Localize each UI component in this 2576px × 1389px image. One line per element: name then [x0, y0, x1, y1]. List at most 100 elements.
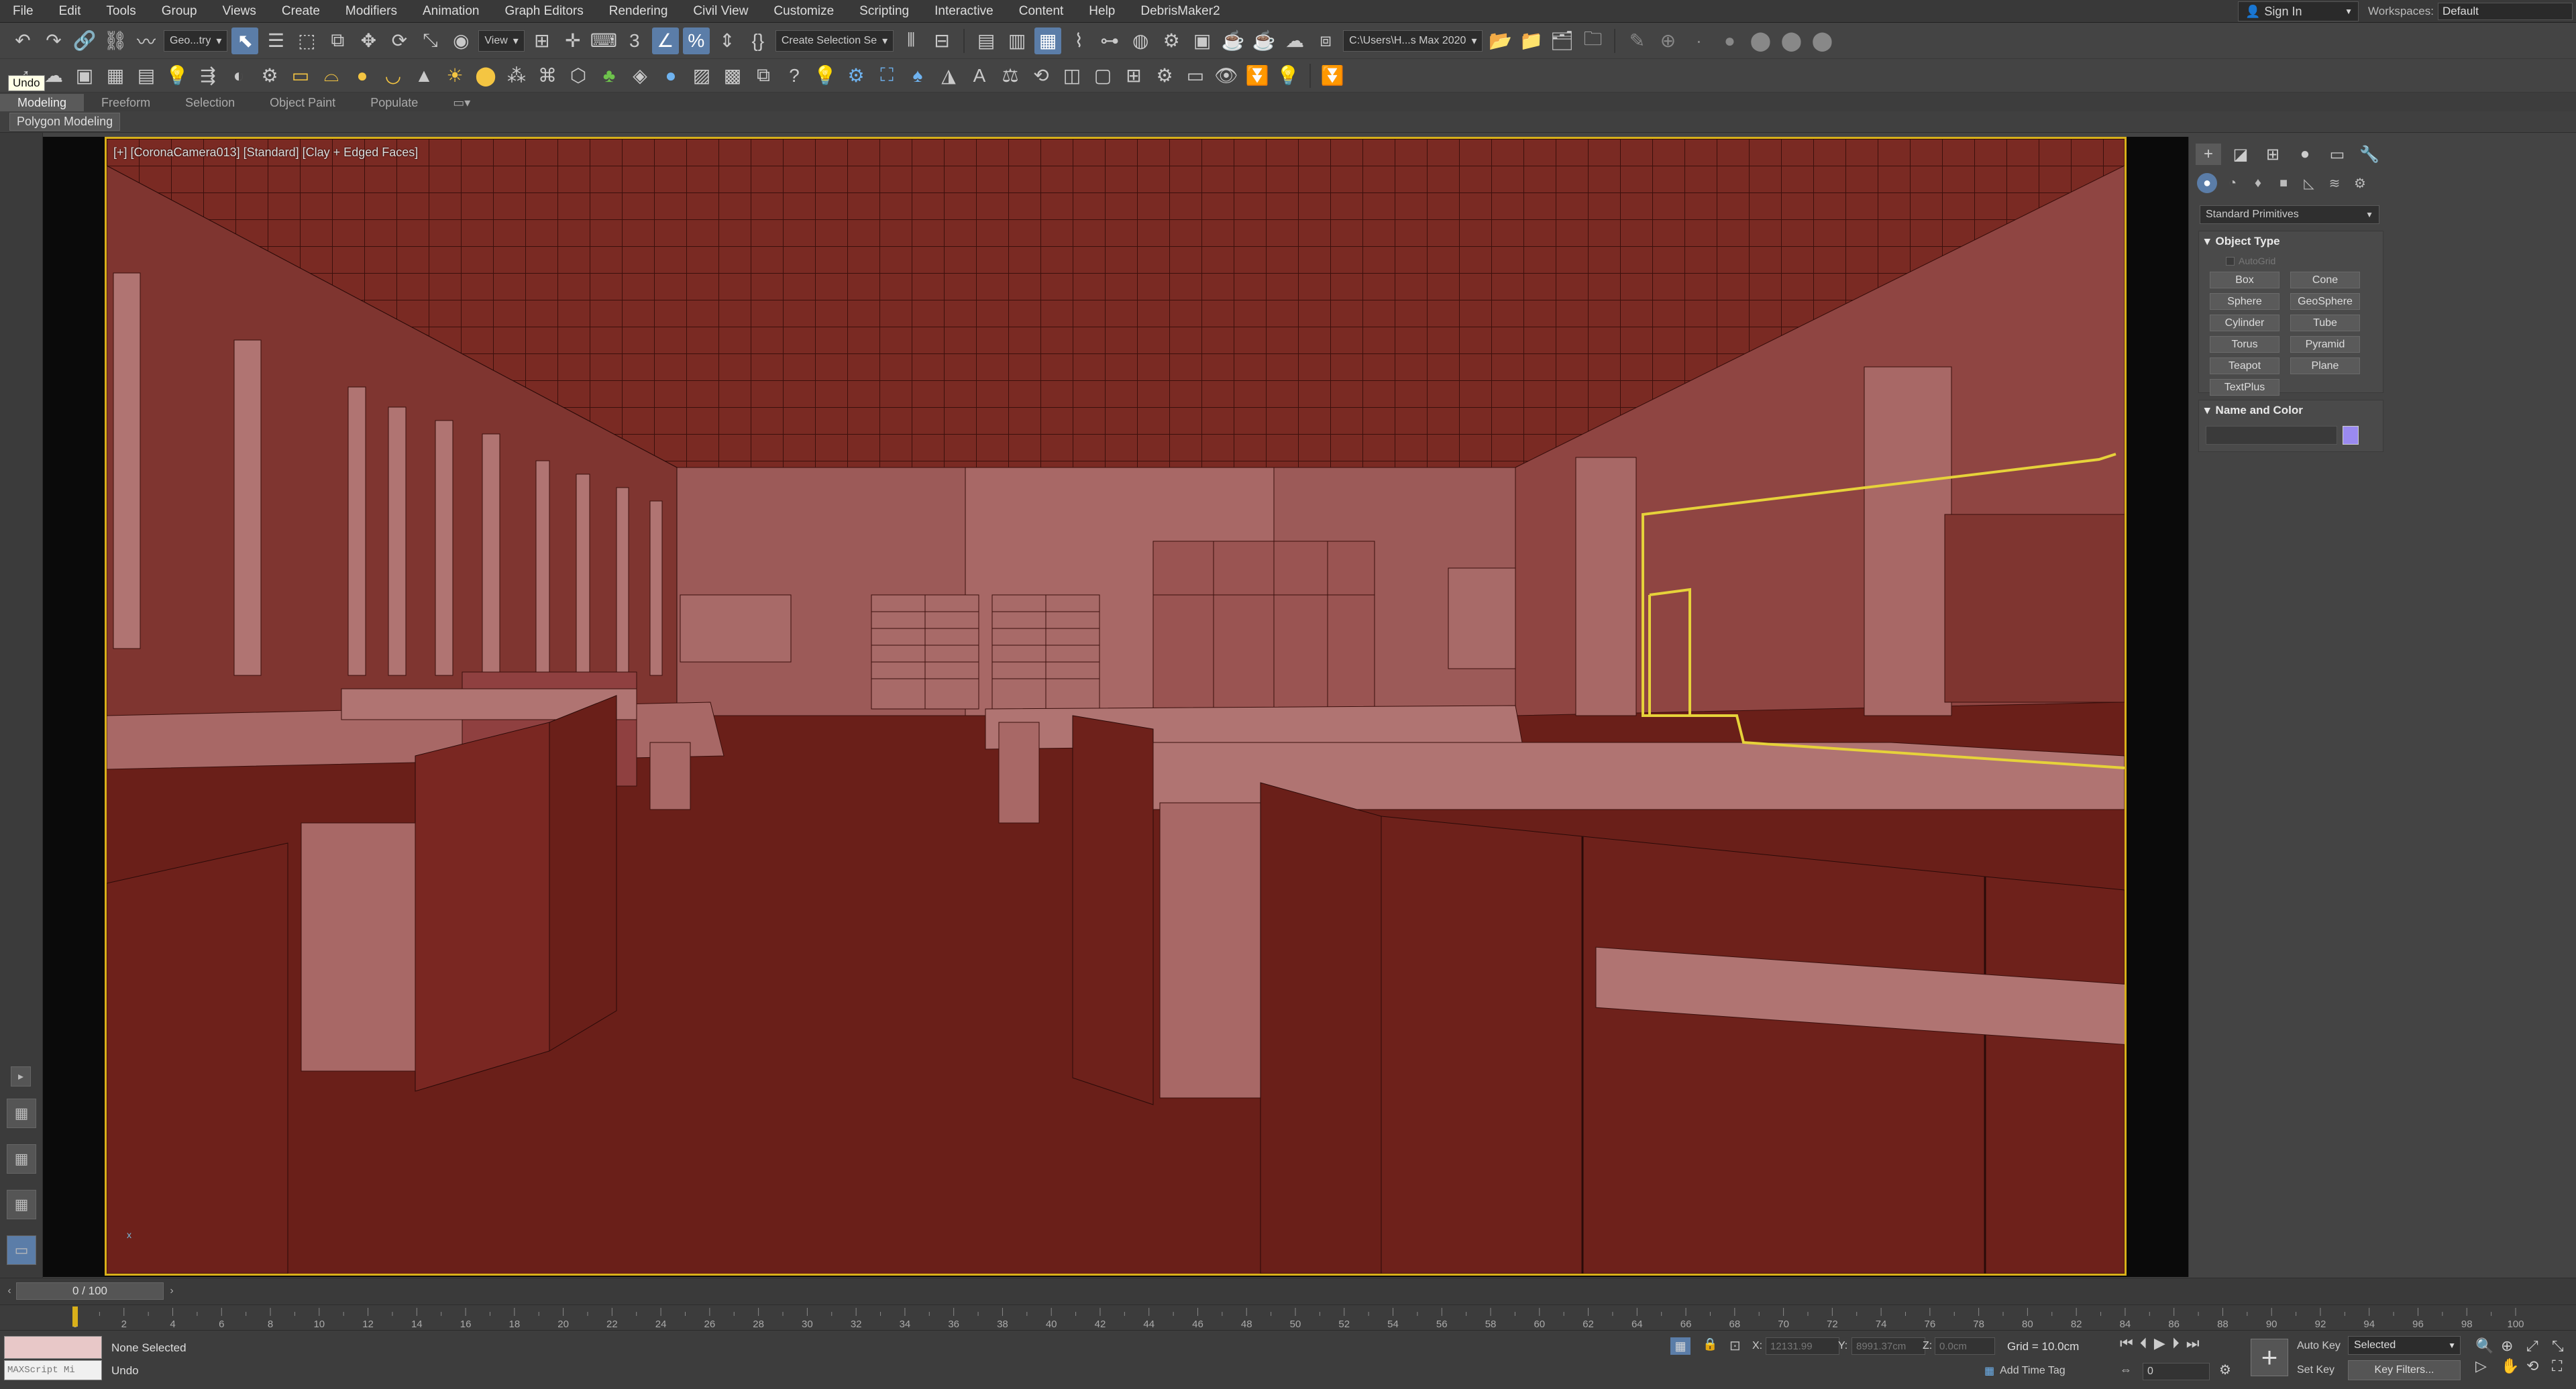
- cameras-icon[interactable]: ■: [2273, 173, 2294, 193]
- pivot-center-icon[interactable]: ⊞: [529, 27, 555, 54]
- circle-large-icon[interactable]: ⬤: [1809, 27, 1835, 54]
- object-type-header[interactable]: ▾ Object Type: [2199, 231, 2383, 252]
- mesh-icon[interactable]: ⬡: [565, 62, 592, 89]
- spinner-snap-icon[interactable]: ⇕: [714, 27, 741, 54]
- tree-icon[interactable]: ♠: [904, 62, 931, 89]
- menu-create[interactable]: Create: [269, 4, 333, 19]
- render-shade-icon[interactable]: ⧈: [1312, 27, 1339, 54]
- absolute-mode-icon[interactable]: ⊡: [1729, 1337, 1741, 1354]
- ribbon-tab-selection[interactable]: Selection: [168, 94, 252, 111]
- primitive-pyramid-button[interactable]: Pyramid: [2290, 336, 2360, 353]
- primitive-cylinder-button[interactable]: Cylinder: [2210, 315, 2279, 331]
- menu-customize[interactable]: Customize: [761, 4, 847, 19]
- edit-named-selection-icon[interactable]: {}: [745, 27, 771, 54]
- previous-frame-icon[interactable]: ⏴: [2140, 1335, 2147, 1352]
- fov-icon[interactable]: ▷: [2475, 1357, 2498, 1375]
- circle-small-icon[interactable]: ●: [1716, 27, 1743, 54]
- render-production-icon[interactable]: ☕: [1220, 27, 1246, 54]
- zoom-extents-all-icon[interactable]: ⤡: [2552, 1337, 2575, 1355]
- menu-scripting[interactable]: Scripting: [847, 4, 922, 19]
- percent-snap-icon[interactable]: %: [682, 27, 710, 54]
- disc-icon[interactable]: ⬤: [472, 62, 499, 89]
- primitive-teapot-button[interactable]: Teapot: [2210, 357, 2279, 374]
- mirror-icon[interactable]: ⫴: [898, 27, 924, 54]
- cone-icon[interactable]: ▲: [411, 62, 437, 89]
- next-frame-icon[interactable]: ›: [165, 1282, 178, 1300]
- expand-arrow-icon[interactable]: ▸: [11, 1066, 31, 1087]
- utilities-tab-icon[interactable]: 🔧: [2357, 144, 2382, 165]
- half-circle-icon[interactable]: ◐: [225, 62, 252, 89]
- hierarchy-tab-icon[interactable]: ⊞: [2260, 144, 2286, 165]
- light-icon[interactable]: 💡: [164, 62, 191, 89]
- primitive-type-dropdown[interactable]: Standard Primitives ▼: [2200, 205, 2379, 224]
- primitive-sphere-button[interactable]: Sphere: [2210, 293, 2279, 310]
- decal-icon[interactable]: ◈: [627, 62, 653, 89]
- sign-in-button[interactable]: 👤 Sign In ▼: [2238, 1, 2359, 21]
- autogrid-checkbox[interactable]: AutoGrid: [2226, 256, 2275, 266]
- ribbon-tab-freeform[interactable]: Freeform: [84, 94, 168, 111]
- box-icon[interactable]: ▭: [287, 62, 314, 89]
- time-slider[interactable]: 0 / 100: [16, 1282, 164, 1300]
- scale-icon[interactable]: ⤡: [417, 27, 443, 54]
- bind-spacewarp-icon[interactable]: 〰: [133, 27, 160, 54]
- play-icon[interactable]: ▶: [2154, 1335, 2165, 1352]
- ribbon-tab-object-paint[interactable]: Object Paint: [252, 94, 353, 111]
- spacewarps-icon[interactable]: ≋: [2324, 173, 2345, 193]
- weight-icon[interactable]: ⚖: [997, 62, 1024, 89]
- panel-icon[interactable]: ▭: [1182, 62, 1209, 89]
- menu-edit[interactable]: Edit: [46, 4, 94, 19]
- menu-debrismaker2[interactable]: DebrisMaker2: [1128, 4, 1232, 19]
- primitive-box-button[interactable]: Box: [2210, 272, 2279, 288]
- viewport-label[interactable]: [+] [CoronaCamera013] [Standard] [Clay +…: [113, 146, 418, 160]
- go-to-end-icon[interactable]: ⏭: [2186, 1335, 2200, 1352]
- material-editor-icon[interactable]: ◍: [1127, 27, 1154, 54]
- brush-icon[interactable]: ✎: [1623, 27, 1650, 54]
- double-chevron-icon[interactable]: ⏬: [1244, 62, 1271, 89]
- add-time-tag[interactable]: ▦ Add Time Tag: [1984, 1364, 2065, 1378]
- object-name-field[interactable]: [2206, 426, 2337, 445]
- layout-1-icon[interactable]: ▦: [7, 1099, 36, 1128]
- name-and-color-header[interactable]: ▾ Name and Color: [2199, 400, 2383, 421]
- primitive-plane-button[interactable]: Plane: [2290, 357, 2360, 374]
- zoom-all-icon[interactable]: ⊕: [2501, 1337, 2524, 1355]
- x-coordinate-field[interactable]: 12131.99: [1766, 1337, 1839, 1355]
- dome-icon[interactable]: ⌓: [318, 62, 345, 89]
- keyboard-shortcut-icon[interactable]: ⌨: [590, 27, 617, 54]
- ref-coord-dropdown[interactable]: View ▾: [478, 30, 525, 52]
- primitive-cone-button[interactable]: Cone: [2290, 272, 2360, 288]
- prev-frame-icon[interactable]: ‹: [3, 1282, 16, 1300]
- menu-tools[interactable]: Tools: [93, 4, 148, 19]
- table-icon[interactable]: ▤: [133, 62, 160, 89]
- workspace-dropdown[interactable]: Default: [2437, 3, 2573, 20]
- dot-icon[interactable]: ·: [1685, 27, 1712, 54]
- rotate-icon[interactable]: ⟳: [386, 27, 413, 54]
- link-icon[interactable]: 🔗: [71, 27, 98, 54]
- project-settings-icon[interactable]: 🗂: [1548, 27, 1575, 54]
- light-blue-icon[interactable]: 💡: [812, 62, 839, 89]
- lock-selection-icon[interactable]: 🔒: [1703, 1337, 1717, 1351]
- menu-rendering[interactable]: Rendering: [596, 4, 681, 19]
- screen-icon[interactable]: ▢: [1089, 62, 1116, 89]
- grid-icon[interactable]: ⊞: [1120, 62, 1147, 89]
- render-cloud-icon[interactable]: ☁: [1281, 27, 1308, 54]
- project-folder-dropdown[interactable]: C:\Users\H...s Max 2020 ▾: [1343, 30, 1483, 52]
- circle-large-icon[interactable]: ⬤: [1778, 27, 1805, 54]
- current-frame-marker[interactable]: [72, 1307, 78, 1327]
- scene-explorer-icon[interactable]: ▤: [973, 27, 1000, 54]
- render-sphere-icon[interactable]: ●: [657, 62, 684, 89]
- display-tab-icon[interactable]: ▭: [2324, 144, 2350, 165]
- layer-explorer-icon[interactable]: ▥: [1004, 27, 1030, 54]
- layer-icon[interactable]: ▦: [102, 62, 129, 89]
- layout-3-icon[interactable]: ▦: [7, 1190, 36, 1219]
- image-icon[interactable]: ▣: [71, 62, 98, 89]
- rendered-frame-icon[interactable]: ▣: [1189, 27, 1216, 54]
- maxscript-listener[interactable]: [4, 1336, 102, 1359]
- zoom-icon[interactable]: 🔍: [2475, 1337, 2498, 1355]
- lightbulb-icon[interactable]: 💡: [1275, 62, 1301, 89]
- menu-group[interactable]: Group: [149, 4, 210, 19]
- select-object-icon[interactable]: ⬉: [231, 27, 259, 54]
- align-icon[interactable]: ⊟: [928, 27, 955, 54]
- motion-tab-icon[interactable]: ●: [2292, 144, 2318, 165]
- ribbon-tab-modeling[interactable]: Modeling: [0, 94, 85, 111]
- eye-icon[interactable]: 👁: [1213, 62, 1240, 89]
